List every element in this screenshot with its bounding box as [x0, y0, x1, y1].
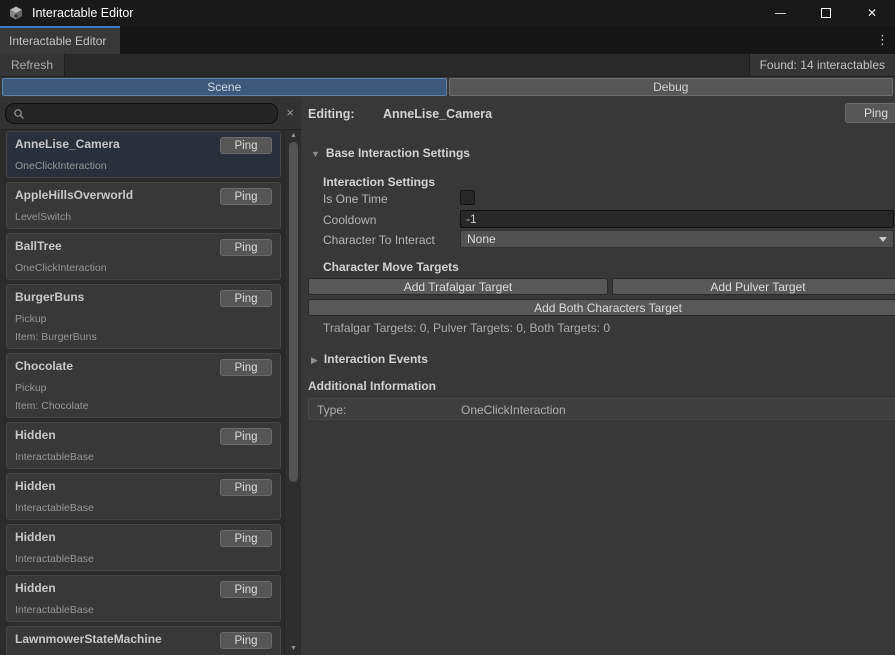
list-item[interactable]: LawnmowerStateMachinePingOneClickInterac…	[6, 626, 281, 655]
editing-ping-button[interactable]: Ping	[845, 103, 895, 123]
editing-label: Editing:	[308, 107, 355, 121]
found-count-label: Found: 14 interactables	[749, 54, 895, 76]
interaction-settings-header: Interaction Settings	[323, 175, 435, 189]
item-name: Hidden	[15, 479, 56, 494]
item-type: LevelSwitch	[15, 211, 272, 223]
ping-button[interactable]: Ping	[220, 188, 272, 205]
close-button[interactable]: ✕	[849, 0, 895, 26]
scrollbar-thumb[interactable]	[289, 142, 298, 482]
interaction-events-foldout[interactable]: ▶Interaction Events	[311, 352, 428, 366]
list-item[interactable]: Hidden Ping InteractableBase	[6, 473, 281, 520]
list-item[interactable]: Hidden Ping InteractableBase	[6, 524, 281, 571]
item-name: Chocolate	[15, 359, 73, 374]
item-detail: Item: Chocolate	[15, 400, 272, 412]
item-name: Hidden	[15, 530, 56, 545]
titlebar: Interactable Editor ✕	[0, 0, 895, 26]
character-to-interact-label: Character To Interact	[323, 233, 435, 247]
ping-button[interactable]: Ping	[220, 239, 272, 256]
cooldown-field[interactable]	[460, 210, 894, 228]
search-box	[5, 103, 278, 124]
item-type: OneClickInteraction	[15, 160, 272, 172]
minimize-button[interactable]	[757, 0, 803, 26]
item-name: BallTree	[15, 239, 62, 254]
ping-button[interactable]: Ping	[220, 137, 272, 154]
list-item[interactable]: AnneLise_Camera Ping OneClickInteraction	[6, 131, 281, 178]
item-type: InteractableBase	[15, 553, 272, 565]
targets-summary: Trafalgar Targets: 0, Pulver Targets: 0,…	[323, 321, 610, 335]
list-item[interactable]: AppleHillsOverworld Ping LevelSwitch	[6, 182, 281, 229]
window-menu-icon[interactable]: ⋮	[870, 26, 895, 54]
type-label: Type:	[317, 403, 346, 417]
editor-tab-label: Interactable Editor	[9, 34, 106, 48]
list-item[interactable]: BallTree Ping OneClickInteraction	[6, 233, 281, 280]
ping-button[interactable]: Ping	[220, 290, 272, 307]
item-name: BurgerBuns	[15, 290, 84, 305]
editing-value: AnneLise_Camera	[383, 107, 492, 121]
maximize-button[interactable]	[803, 0, 849, 26]
item-type: Pickup	[15, 313, 272, 325]
maximize-icon	[821, 8, 831, 18]
ping-button[interactable]: Ping	[220, 530, 272, 547]
window-controls: ✕	[757, 0, 895, 26]
item-type: Pickup	[15, 382, 272, 394]
type-info-box: Type: OneClickInteraction	[308, 398, 895, 420]
character-to-interact-dropdown[interactable]: None	[460, 230, 894, 248]
item-name: AnneLise_Camera	[15, 137, 120, 152]
list-item[interactable]: Hidden Ping InteractableBase	[6, 422, 281, 469]
search-row: ×	[0, 97, 301, 130]
ping-button[interactable]: Ping	[220, 479, 272, 496]
search-icon	[13, 108, 25, 120]
add-both-characters-target-button[interactable]: Add Both Characters Target	[308, 299, 895, 316]
list-item[interactable]: Hidden Ping InteractableBase	[6, 575, 281, 622]
item-type: OneClickInteraction	[15, 262, 272, 274]
add-trafalgar-target-button[interactable]: Add Trafalgar Target	[308, 278, 608, 295]
interactable-editor-window: Interactable Editor ✕ Interactable Edito…	[0, 0, 895, 655]
chevron-down-icon	[879, 237, 887, 242]
item-name: Hidden	[15, 581, 56, 596]
toolbar: Refresh Found: 14 interactables	[0, 54, 895, 77]
item-name: Hidden	[15, 428, 56, 443]
search-input[interactable]	[28, 105, 273, 122]
character-move-targets-header: Character Move Targets	[323, 260, 459, 274]
item-detail: Item: BurgerBuns	[15, 331, 272, 343]
foldout-closed-icon: ▶	[311, 355, 318, 365]
window-title: Interactable Editor	[32, 6, 133, 20]
ping-button[interactable]: Ping	[220, 632, 272, 649]
additional-information-header: Additional Information	[308, 379, 436, 393]
ping-button[interactable]: Ping	[220, 428, 272, 445]
ping-button[interactable]: Ping	[220, 581, 272, 598]
interactable-list: AnneLise_Camera Ping OneClickInteraction Ap…	[0, 130, 284, 655]
tab-debug[interactable]: Debug	[449, 78, 894, 96]
tab-scene[interactable]: Scene	[2, 78, 447, 96]
editing-row: Editing: AnneLise_Camera Ping	[308, 105, 895, 125]
mode-tabs: Scene Debug	[0, 77, 895, 97]
item-type: InteractableBase	[15, 502, 272, 514]
unity-cube-icon	[8, 5, 24, 21]
sidebar: × AnneLise_Camera Ping OneClickInteraction…	[0, 97, 301, 655]
cooldown-label: Cooldown	[323, 213, 376, 227]
is-one-time-checkbox[interactable]	[460, 190, 475, 205]
scroll-down-icon[interactable]: ▼	[285, 645, 302, 652]
item-type: InteractableBase	[15, 451, 272, 463]
editor-tab-interactable-editor[interactable]: Interactable Editor	[0, 26, 120, 54]
inspector-panel: Editing: AnneLise_Camera Ping ▼Base Inte…	[301, 97, 895, 655]
item-type: InteractableBase	[15, 604, 272, 616]
base-settings-foldout[interactable]: ▼Base Interaction Settings	[311, 146, 470, 160]
is-one-time-label: Is One Time	[323, 192, 388, 206]
scroll-up-icon[interactable]: ▲	[285, 132, 302, 139]
editor-tabbar: Interactable Editor ⋮	[0, 26, 895, 54]
refresh-button[interactable]: Refresh	[0, 54, 65, 76]
item-name: AppleHillsOverworld	[15, 188, 133, 203]
ping-button[interactable]: Ping	[220, 359, 272, 376]
type-value: OneClickInteraction	[461, 403, 566, 417]
minimize-icon	[775, 13, 786, 14]
add-pulver-target-button[interactable]: Add Pulver Target	[612, 278, 895, 295]
foldout-open-icon: ▼	[311, 149, 320, 159]
list-scrollbar[interactable]: ▲ ▼	[284, 130, 301, 655]
list-item[interactable]: Chocolate Ping Pickup Item: Chocolate	[6, 353, 281, 418]
search-clear-icon[interactable]: ×	[286, 105, 294, 121]
item-name: LawnmowerStateMachine	[15, 632, 162, 647]
list-item[interactable]: BurgerBuns Ping Pickup Item: BurgerBuns	[6, 284, 281, 349]
